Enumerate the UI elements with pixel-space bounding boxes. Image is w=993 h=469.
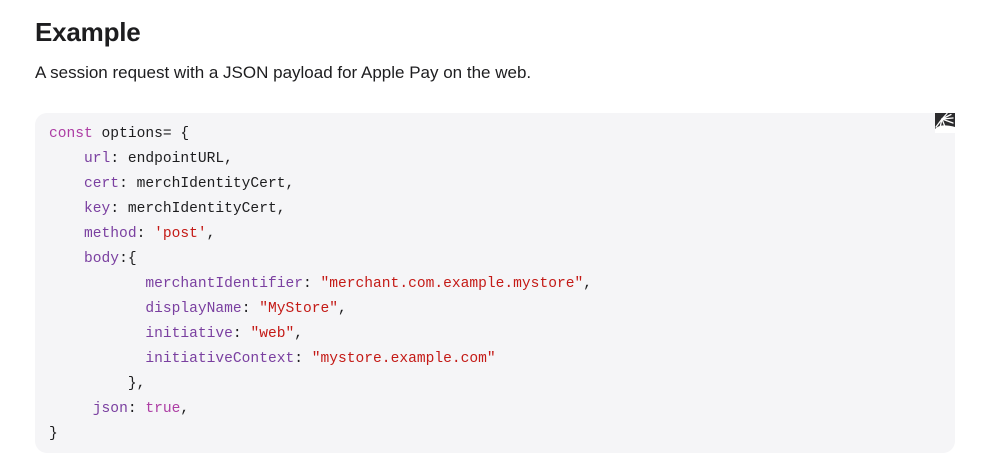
code-property: key [84,201,111,217]
code-string: "mystore.example.com" [311,351,496,367]
code-line: displayName: "MyStore", [49,297,592,322]
code-line: }, [49,372,592,397]
code-property: initiative [145,326,233,342]
code-text-segment: , [583,276,592,292]
code-text-segment: }, [49,376,146,392]
code-text-segment [49,226,84,242]
code-text-segment: : endpointURL, [110,151,233,167]
code-line: body:{ [49,247,592,272]
code-string: "web" [250,326,295,342]
code-listing: const options= { url: endpointURL, cert:… [35,112,955,453]
code-text-segment: : [302,276,321,292]
code-text-segment: , [294,326,303,342]
code-keyword: true [145,401,181,417]
code-text-segment: : merchIdentityCert, [110,201,286,217]
code-property: json [92,401,128,417]
copy-code-button[interactable] [935,112,955,133]
code-line: const options= { [49,122,592,147]
code-text-segment [49,351,145,367]
code-text-segment: : [127,401,146,417]
code-line: key: merchIdentityCert, [49,197,592,222]
code-line: initiative: "web", [49,322,592,347]
code-text-segment: options= { [92,126,190,142]
code-string: "MyStore" [259,301,339,317]
code-property: url [84,151,111,167]
code-text-segment: , [180,401,190,417]
code-property: merchantIdentifier [145,276,303,292]
code-keyword: const [49,126,93,142]
code-line: url: endpointURL, [49,147,592,172]
code-text-segment: } [49,426,58,442]
code-line: merchantIdentifier: "merchant.com.exampl… [49,272,592,297]
code-property: method [84,226,137,242]
code-text-segment [49,401,93,417]
code-property: displayName [145,301,242,317]
code-text-segment [49,301,145,317]
section-heading: Example [35,17,141,47]
code-property: initiativeContext [145,351,295,367]
code-line: json: true, [49,397,592,422]
code-text-segment: :{ [119,251,137,267]
copy-code-icon [935,112,955,133]
code-text-segment [49,326,145,342]
code-text-segment [49,151,84,167]
code-text-segment: : merchIdentityCert, [119,176,295,192]
section-description: A session request with a JSON payload fo… [35,63,532,82]
code-line: initiativeContext: "mystore.example.com" [49,347,592,372]
code-line: method: 'post', [49,222,592,247]
code-text-segment: : [136,226,155,242]
code-text-segment: : [294,351,312,367]
code-text-segment: , [206,226,216,242]
code-property: body [84,251,120,267]
code-string: "merchant.com.example.mystore" [320,276,584,292]
code-line: } [49,422,592,447]
code-string: 'post' [154,226,207,242]
code-text-segment: : [241,301,260,317]
code-text-segment [49,276,145,292]
code-text-segment: , [338,301,347,317]
code-text-segment [49,201,84,217]
code-text-segment: : [232,326,251,342]
code-property: cert [84,176,120,192]
code-text: const options= { url: endpointURL, cert:… [49,122,592,447]
code-text-segment [49,176,84,192]
code-text-segment [49,251,84,267]
code-line: cert: merchIdentityCert, [49,172,592,197]
